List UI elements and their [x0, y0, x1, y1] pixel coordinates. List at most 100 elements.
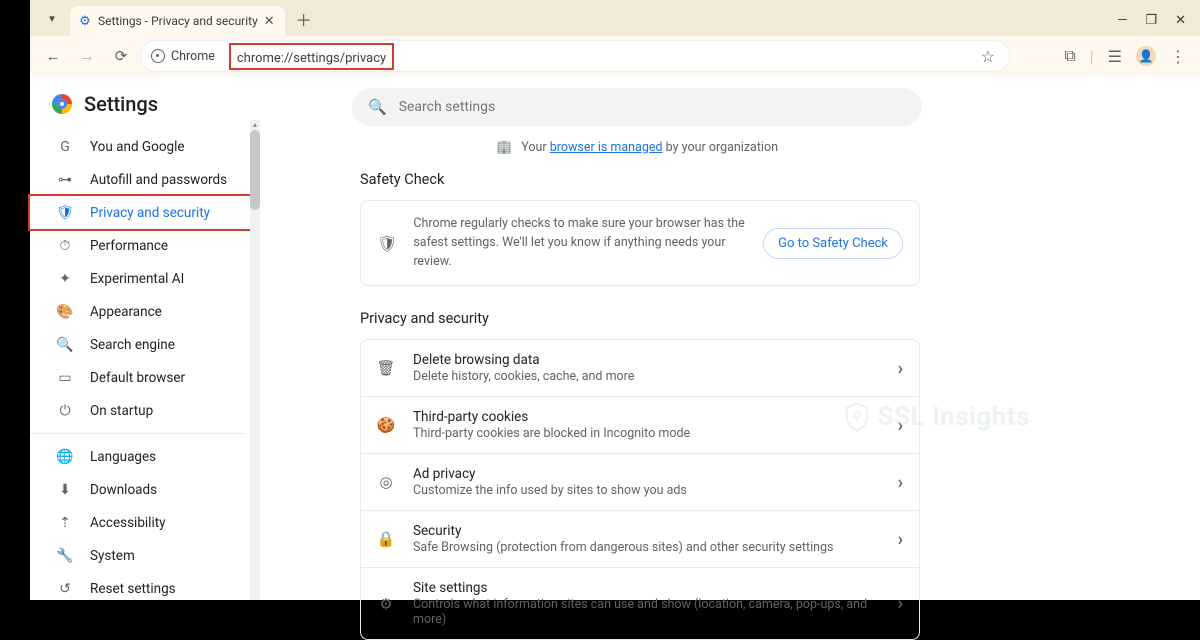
privacy-row-delete-browsing-data[interactable]: 🗑 Delete browsing dataDelete history, coo… — [361, 340, 919, 396]
sidebar-item-icon: 🛡 — [56, 205, 74, 221]
row-body: Site settingsControls what information s… — [413, 580, 880, 627]
sidebar-item-label: Performance — [90, 238, 168, 254]
row-title: Delete browsing data — [413, 352, 880, 368]
browser-tab[interactable]: ⚙ Settings - Privacy and security ✕ — [70, 6, 285, 36]
sidebar-item-you-and-google[interactable]: G You and Google — [30, 130, 246, 163]
chevron-right-icon: › — [898, 529, 903, 550]
tab-search-button[interactable]: ▾ — [38, 4, 66, 32]
sidebar-item-icon: ⏱ — [56, 238, 74, 254]
sidebar-item-label: On startup — [90, 403, 153, 419]
sidebar-item-label: Privacy and security — [90, 205, 210, 221]
safety-check-card: 🛡 Chrome regularly checks to make sure y… — [360, 200, 920, 286]
sidebar-item-autofill-and-passwords[interactable]: ⊶Autofill and passwords — [30, 163, 246, 196]
sidebar-item-icon: 🌐 — [56, 449, 74, 465]
sidebar-item-icon: 🔧 — [56, 548, 74, 564]
sidebar-item-label: Autofill and passwords — [90, 172, 227, 188]
row-body: Ad privacyCustomize the info used by sit… — [413, 466, 880, 498]
privacy-row-security[interactable]: 🔒 SecuritySafe Browsing (protection from … — [361, 510, 919, 567]
minimize-icon[interactable]: ― — [1117, 13, 1127, 28]
extensions-icon[interactable]: ⧉ — [1064, 46, 1075, 66]
kebab-menu-icon[interactable]: ⋮ — [1170, 47, 1186, 66]
sidebar-item-downloads[interactable]: ⬇ Downloads — [30, 473, 246, 506]
row-subtitle: Safe Browsing (protection from dangerous… — [413, 540, 880, 555]
row-icon: 🔒 — [377, 530, 395, 548]
sidebar-item-appearance[interactable]: 🎨Appearance — [30, 295, 246, 328]
sidebar-scrollbar-up[interactable]: ▴ — [250, 120, 260, 130]
sidebar-item-icon: 🔍 — [56, 337, 74, 353]
url-highlight: chrome://settings/privacy — [229, 43, 394, 70]
separator: | — [1090, 47, 1094, 66]
sidebar-item-on-startup[interactable]: ⏻On startup — [30, 394, 246, 427]
row-title: Third-party cookies — [413, 409, 880, 425]
close-window-icon[interactable]: ✕ — [1175, 13, 1186, 28]
address-bar[interactable]: Chrome chrome://settings/privacy ☆ — [140, 40, 1010, 72]
row-title: Ad privacy — [413, 466, 880, 482]
back-button[interactable]: ← — [38, 41, 68, 71]
sidebar-active-highlight: 🛡 Privacy and security — [28, 194, 254, 231]
privacy-row-third-party-cookies[interactable]: 🍪 Third-party cookiesThird-party cookies … — [361, 396, 919, 453]
sidebar-item-label: Downloads — [90, 482, 157, 498]
sidebar-item-icon: G — [56, 139, 74, 155]
row-icon: 🍪 — [377, 416, 395, 434]
go-to-safety-check-button[interactable]: Go to Safety Check — [763, 228, 903, 259]
row-subtitle: Delete history, cookies, cache, and more — [413, 369, 880, 384]
sidebar-item-reset-settings[interactable]: ↺Reset settings — [30, 572, 246, 605]
reload-button[interactable]: ⟳ — [106, 41, 136, 71]
privacy-card: 🗑 Delete browsing dataDelete history, coo… — [360, 339, 920, 640]
sidebar-item-accessibility[interactable]: ⇡ Accessibility — [30, 506, 246, 539]
chrome-logo-icon — [52, 94, 72, 114]
sidebar-item-experimental-ai[interactable]: ✦Experimental AI — [30, 262, 246, 295]
row-subtitle: Customize the info used by sites to show… — [413, 483, 880, 498]
side-panel-icon[interactable]: ☰ — [1108, 47, 1122, 66]
settings-brand: Settings — [30, 92, 260, 130]
settings-search[interactable]: 🔍 — [352, 88, 922, 126]
url-text: chrome://settings/privacy — [237, 51, 386, 66]
row-body: Third-party cookiesThird-party cookies a… — [413, 409, 880, 441]
chevron-right-icon: › — [898, 358, 903, 379]
sidebar-item-label: System — [90, 548, 135, 564]
sidebar-item-privacy-and-security[interactable]: 🛡 Privacy and security — [30, 196, 252, 229]
new-tab-button[interactable]: ＋ — [291, 6, 317, 32]
row-subtitle: Controls what information sites can use … — [413, 597, 880, 627]
gear-icon: ⚙ — [78, 14, 92, 28]
sidebar-item-languages[interactable]: 🌐 Languages — [30, 440, 246, 473]
settings-search-input[interactable] — [399, 99, 906, 115]
sidebar-item-label: Accessibility — [90, 515, 166, 531]
sidebar-item-icon: ⇡ — [56, 515, 74, 531]
row-body: SecuritySafe Browsing (protection from d… — [413, 523, 880, 555]
managed-link[interactable]: browser is managed — [550, 140, 663, 155]
sidebar-item-label: Default browser — [90, 370, 185, 386]
shield-icon: 🛡 — [377, 234, 397, 253]
tab-strip: ▾ ⚙ Settings - Privacy and security ✕ ＋ … — [30, 0, 1200, 36]
sidebar-item-icon: ⬇ — [56, 482, 74, 498]
settings-sidebar: Settings G You and Google ⊶Autofill and pa… — [30, 76, 260, 600]
browser-toolbar: ← → ⟳ Chrome chrome://settings/privacy ☆… — [30, 36, 1200, 76]
sidebar-item-label: Languages — [90, 449, 156, 465]
privacy-heading: Privacy and security — [360, 286, 1160, 339]
close-tab-icon[interactable]: ✕ — [264, 14, 275, 29]
privacy-row-ad-privacy[interactable]: ◎Ad privacyCustomize the info used by si… — [361, 453, 919, 510]
site-chip: Chrome — [151, 49, 221, 64]
profile-avatar[interactable]: 👤 — [1136, 46, 1156, 66]
sidebar-item-default-browser[interactable]: ▭ Default browser — [30, 361, 246, 394]
sidebar-item-system[interactable]: 🔧 System — [30, 539, 246, 572]
forward-button[interactable]: → — [72, 41, 102, 71]
sidebar-item-label: You and Google — [90, 139, 185, 155]
window-controls: ― ❐ ✕ — [1117, 13, 1200, 36]
bookmark-star-icon[interactable]: ☆ — [981, 47, 995, 66]
maximize-icon[interactable]: ❐ — [1145, 13, 1157, 28]
privacy-row-site-settings[interactable]: ⚙Site settingsControls what information … — [361, 567, 919, 639]
sidebar-item-search-engine[interactable]: 🔍 Search engine — [30, 328, 246, 361]
sidebar-scrollbar-thumb[interactable] — [250, 130, 260, 210]
safety-check-heading: Safety Check — [360, 165, 1160, 200]
row-title: Security — [413, 523, 880, 539]
sidebar-item-label: Search engine — [90, 337, 175, 353]
search-icon: 🔍 — [368, 98, 387, 116]
sidebar-item-icon: ✦ — [56, 271, 74, 287]
managed-banner: 🏢 Your browser is managed by your organi… — [352, 126, 922, 165]
sidebar-item-icon: 🎨 — [56, 304, 74, 320]
chevron-right-icon: › — [898, 472, 903, 493]
row-icon: 🗑 — [377, 359, 395, 377]
sidebar-item-performance[interactable]: ⏱ Performance — [30, 229, 246, 262]
sidebar-item-icon: ▭ — [56, 370, 74, 386]
